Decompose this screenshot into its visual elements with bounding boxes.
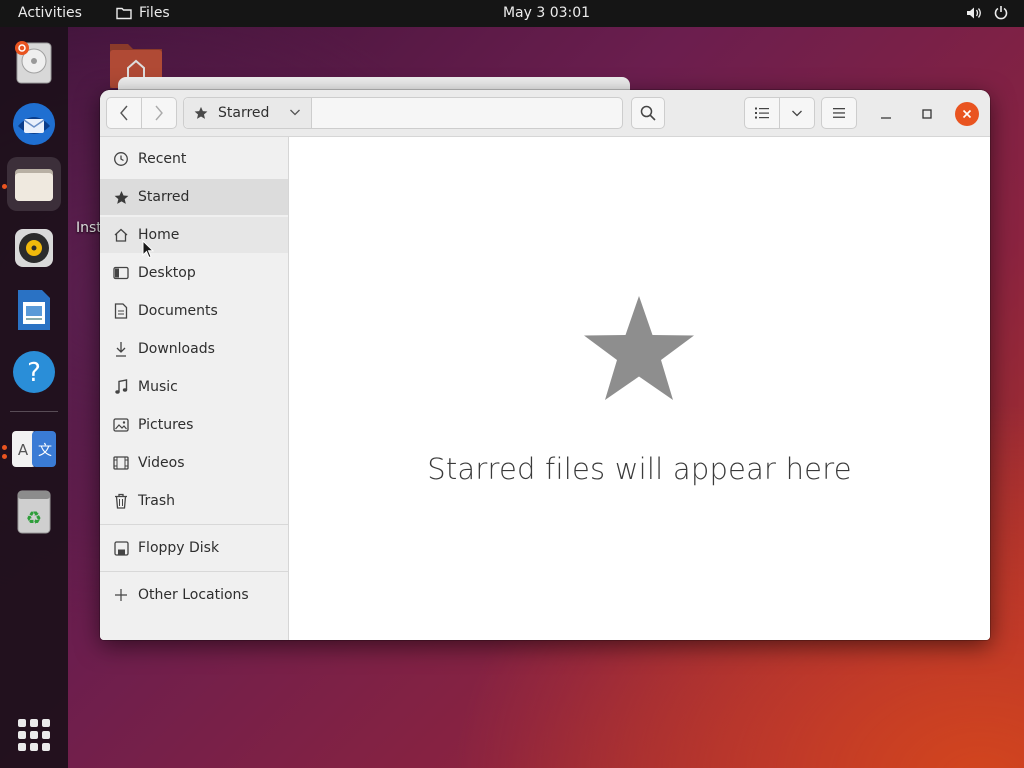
- sidebar-item-label: Pictures: [138, 417, 194, 433]
- forward-button[interactable]: [141, 97, 177, 129]
- plus-icon: [115, 589, 127, 601]
- svg-text:A: A: [18, 441, 29, 459]
- sidebar-item-trash[interactable]: Trash: [100, 483, 288, 519]
- minimize-icon: [881, 117, 891, 119]
- close-icon: [962, 109, 972, 119]
- sidebar-divider: [100, 524, 288, 525]
- sidebar-item-floppy-disk[interactable]: Floppy Disk: [100, 530, 288, 566]
- sidebar-item-pictures[interactable]: Pictures: [100, 407, 288, 443]
- power-icon: [994, 6, 1008, 20]
- path-segment-starred[interactable]: Starred: [184, 98, 312, 128]
- dock-installer[interactable]: [7, 35, 61, 89]
- header-bar: Starred: [100, 90, 990, 137]
- back-button[interactable]: [106, 97, 142, 129]
- sidebar: Recent Starred Home Desktop Documents Do…: [100, 137, 289, 640]
- sidebar-item-label: Videos: [138, 455, 185, 471]
- sidebar-item-other-locations[interactable]: Other Locations: [100, 577, 288, 613]
- file-view[interactable]: Starred files will appear here: [289, 137, 990, 640]
- clock[interactable]: May 3 03:01: [503, 5, 590, 21]
- path-bar[interactable]: Starred: [183, 97, 623, 129]
- sidebar-item-label: Downloads: [138, 341, 215, 357]
- sidebar-item-label: Documents: [138, 303, 218, 319]
- sidebar-item-label: Starred: [138, 189, 190, 205]
- maximize-icon: [922, 109, 932, 119]
- files-window: Starred Recent Starred Home Desktop Docu…: [100, 90, 990, 640]
- chevron-down-icon: [290, 109, 300, 116]
- sidebar-divider: [100, 571, 288, 572]
- floppy-icon: [113, 540, 129, 556]
- download-icon: [116, 342, 126, 357]
- picture-icon: [113, 418, 129, 432]
- empty-state-message: Starred files will appear here: [427, 452, 852, 486]
- disk-installer-icon: [15, 41, 52, 84]
- language-icon: A 文: [12, 431, 56, 467]
- dock-separator: [10, 411, 58, 412]
- list-view-button[interactable]: [744, 97, 780, 129]
- list-view-icon: [755, 107, 769, 119]
- mouse-cursor-icon: [142, 240, 154, 259]
- clock-icon: [114, 152, 128, 166]
- sidebar-item-label: Trash: [138, 493, 175, 509]
- maximize-button[interactable]: [915, 102, 939, 126]
- help-icon: ?: [13, 351, 55, 393]
- star-icon: [114, 190, 128, 204]
- chevron-left-icon: [120, 105, 128, 121]
- search-button[interactable]: [631, 97, 665, 129]
- sidebar-item-label: Music: [138, 379, 178, 395]
- sidebar-item-label: Recent: [138, 151, 187, 167]
- sidebar-item-home[interactable]: Home: [100, 217, 288, 253]
- chevron-right-icon: [155, 105, 163, 121]
- system-tray[interactable]: [966, 5, 1008, 20]
- trash-icon: [115, 493, 127, 509]
- thunderbird-icon: [13, 103, 55, 145]
- sidebar-item-label: Other Locations: [138, 587, 249, 603]
- show-apps-button[interactable]: [18, 719, 50, 751]
- music-icon: [115, 379, 128, 394]
- sidebar-item-videos[interactable]: Videos: [100, 445, 288, 481]
- sidebar-item-desktop[interactable]: Desktop: [100, 255, 288, 291]
- dock-rhythmbox[interactable]: [7, 221, 61, 275]
- sidebar-item-label: Floppy Disk: [138, 540, 220, 556]
- video-icon: [113, 456, 129, 470]
- minimize-button[interactable]: [874, 102, 898, 126]
- desktop-icon: [113, 266, 129, 280]
- svg-text:?: ?: [27, 358, 41, 388]
- top-bar: Activities Files May 3 03:01: [0, 0, 1024, 27]
- writer-icon: [18, 290, 50, 330]
- hamburger-menu-icon: [833, 108, 845, 118]
- home-icon: [114, 228, 128, 242]
- star-icon: [194, 106, 208, 119]
- trash-icon: ♻: [17, 490, 51, 534]
- dock-trash[interactable]: ♻: [7, 485, 61, 539]
- dock-files[interactable]: [7, 157, 61, 211]
- svg-text:文: 文: [38, 443, 52, 459]
- search-icon: [640, 105, 656, 121]
- dock-thunderbird[interactable]: [7, 97, 61, 151]
- svg-text:♻: ♻: [26, 508, 42, 529]
- sidebar-item-documents[interactable]: Documents: [100, 293, 288, 329]
- volume-icon: [967, 7, 981, 18]
- files-icon: [15, 169, 53, 201]
- document-icon: [114, 303, 128, 319]
- close-button[interactable]: [955, 102, 979, 126]
- chevron-down-icon: [792, 110, 802, 117]
- dock-help[interactable]: ?: [7, 345, 61, 399]
- sidebar-item-downloads[interactable]: Downloads: [100, 331, 288, 367]
- main-menu-button[interactable]: [821, 97, 857, 129]
- desktop-install-label[interactable]: Inst: [76, 220, 102, 236]
- view-options-button[interactable]: [779, 97, 815, 129]
- path-label: Starred: [218, 105, 270, 121]
- rhythmbox-icon: [15, 229, 53, 267]
- sidebar-item-music[interactable]: Music: [100, 369, 288, 405]
- sidebar-item-starred[interactable]: Starred: [100, 179, 288, 215]
- sidebar-item-recent[interactable]: Recent: [100, 141, 288, 177]
- dock-language[interactable]: A 文: [7, 422, 61, 476]
- sidebar-item-label: Desktop: [138, 265, 196, 281]
- dock: ? A 文 ♻: [0, 27, 68, 768]
- dock-writer[interactable]: [7, 283, 61, 337]
- star-icon: [584, 296, 694, 400]
